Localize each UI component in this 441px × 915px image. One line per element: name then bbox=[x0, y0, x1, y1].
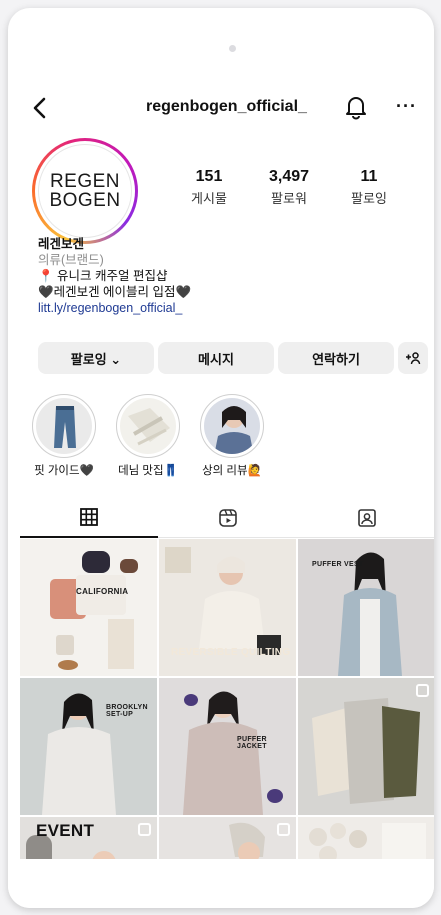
following-button[interactable]: 팔로잉 ⌄ bbox=[38, 342, 154, 374]
stat-followers-count: 3,497 bbox=[268, 168, 310, 185]
post-image bbox=[20, 678, 157, 815]
profile-avatar-ring[interactable]: REGEN BOGEN bbox=[32, 138, 138, 244]
post-caption: CALIFORNIA bbox=[76, 587, 129, 596]
more-horizontal-icon[interactable]: ··· bbox=[396, 96, 417, 117]
highlight-label: 상의 리뷰🙋 bbox=[202, 465, 262, 477]
message-button[interactable]: 메시지 bbox=[158, 342, 274, 374]
bio-line-1: 📍 유니크 캐주얼 편집샵 bbox=[38, 269, 168, 283]
post-image bbox=[298, 678, 434, 815]
stat-following[interactable]: 11 팔로잉 bbox=[334, 168, 404, 207]
add-person-icon bbox=[406, 352, 421, 365]
stat-posts[interactable]: 151 게시물 bbox=[174, 168, 244, 207]
post-image bbox=[159, 817, 296, 859]
profile-tabs bbox=[20, 498, 434, 538]
camera-dot bbox=[229, 45, 236, 52]
highlight-ring bbox=[200, 394, 264, 458]
highlight-image bbox=[120, 398, 176, 454]
username-title[interactable]: regenbogen_official_ bbox=[146, 98, 307, 116]
chevron-left-icon[interactable] bbox=[30, 96, 50, 120]
highlight-denim[interactable]: 데님 맛집👖 bbox=[112, 394, 184, 478]
post-caption: EVENT bbox=[36, 821, 95, 840]
post-tile[interactable] bbox=[298, 678, 434, 815]
post-image bbox=[20, 539, 157, 676]
avatar: REGEN BOGEN bbox=[38, 144, 132, 238]
post-caption: PUFFER VEST bbox=[312, 561, 364, 568]
highlight-label: 핏 가이드🖤 bbox=[34, 465, 94, 477]
stat-following-label: 팔로잉 bbox=[351, 191, 387, 206]
profile-actions: 팔로잉 ⌄ 메시지 연락하기 bbox=[38, 342, 428, 374]
highlight-label: 데님 맛집👖 bbox=[118, 465, 178, 477]
post-caption: PUFFER JACKET bbox=[237, 736, 267, 750]
post-tile[interactable]: PUFFER VEST bbox=[298, 539, 434, 676]
stat-posts-label: 게시물 bbox=[191, 191, 227, 206]
stat-following-count: 11 bbox=[360, 168, 378, 185]
bell-icon[interactable] bbox=[344, 94, 368, 120]
multiple-posts-icon bbox=[416, 684, 429, 697]
post-tile[interactable] bbox=[159, 817, 296, 859]
post-tile[interactable]: REVERSIBLE QUILTING bbox=[159, 539, 296, 676]
post-caption: BROOKLYN SET-UP bbox=[106, 704, 148, 718]
contact-button[interactable]: 연락하기 bbox=[278, 342, 394, 374]
grid-icon bbox=[80, 508, 98, 526]
tagged-icon bbox=[358, 509, 376, 527]
reels-icon bbox=[219, 509, 237, 527]
profile-stats: 151 게시물 3,497 팔로워 11 팔로잉 bbox=[174, 168, 394, 208]
stat-followers[interactable]: 3,497 팔로워 bbox=[254, 168, 324, 207]
highlight-top-reviews[interactable]: 상의 리뷰🙋 bbox=[196, 394, 268, 478]
post-tile[interactable]: EVENT bbox=[20, 817, 157, 859]
multiple-posts-icon bbox=[138, 823, 151, 836]
tab-tagged[interactable] bbox=[298, 498, 434, 538]
post-tile[interactable] bbox=[298, 817, 434, 859]
logo-line-2: BOGEN bbox=[49, 190, 121, 211]
stat-posts-count: 151 bbox=[195, 168, 223, 185]
highlight-ring bbox=[32, 394, 96, 458]
profile-header: regenbogen_official_ ··· bbox=[8, 88, 434, 128]
post-caption: REVERSIBLE QUILTING bbox=[171, 647, 291, 658]
highlight-denim-image bbox=[120, 398, 176, 454]
profile-name: 레겐보겐 bbox=[38, 237, 85, 251]
post-tile[interactable]: CALIFORNIA bbox=[20, 539, 157, 676]
tab-posts[interactable] bbox=[20, 498, 158, 538]
post-image bbox=[298, 539, 434, 676]
highlight-image bbox=[204, 398, 260, 454]
bio-line-2: 🖤레겐보겐 에이블리 입점🖤 bbox=[38, 285, 192, 299]
highlight-jeans-image bbox=[36, 398, 92, 454]
post-image bbox=[298, 817, 434, 859]
tab-reels[interactable] bbox=[159, 498, 297, 538]
logo-line-1: REGEN bbox=[49, 171, 121, 192]
highlight-review-image bbox=[204, 398, 260, 454]
phone-frame: regenbogen_official_ ··· REGEN BOGEN 151… bbox=[8, 8, 434, 908]
bio-link[interactable]: litt.ly/regenbogen_official_ bbox=[38, 300, 418, 316]
add-person-button[interactable] bbox=[398, 342, 428, 374]
posts-grid: CALIFORNIA REVERSIBLE QUILTING PUFFER VE… bbox=[20, 539, 434, 859]
highlight-fit-guide[interactable]: 핏 가이드🖤 bbox=[28, 394, 100, 478]
bottom-safe-area bbox=[8, 860, 434, 908]
stat-followers-label: 팔로워 bbox=[271, 191, 307, 206]
highlight-image bbox=[36, 398, 92, 454]
profile-bio: 레겐보겐 의류(브랜드) 📍 유니크 캐주얼 편집샵 🖤레겐보겐 에이블리 입점… bbox=[38, 236, 418, 316]
post-tile[interactable]: PUFFER JACKET bbox=[159, 678, 296, 815]
highlight-ring bbox=[116, 394, 180, 458]
profile-category: 의류(브랜드) bbox=[38, 253, 104, 267]
multiple-posts-icon bbox=[277, 823, 290, 836]
avatar-gap: REGEN BOGEN bbox=[35, 141, 135, 241]
post-tile[interactable]: BROOKLYN SET-UP bbox=[20, 678, 157, 815]
